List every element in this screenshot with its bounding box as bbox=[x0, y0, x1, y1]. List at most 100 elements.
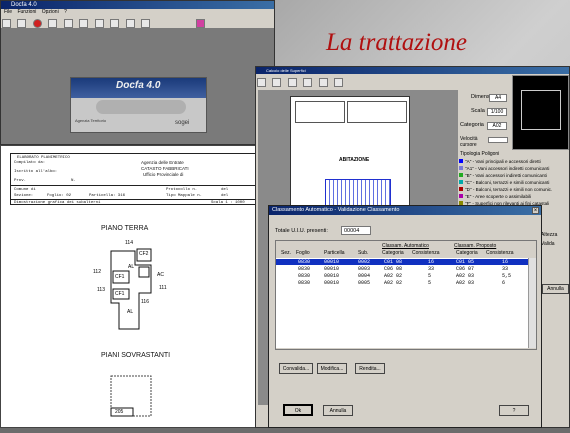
row3-cat-prop: A02 03 bbox=[456, 273, 475, 279]
piano-terra-drawing bbox=[110, 248, 152, 330]
velocita-slider[interactable] bbox=[488, 137, 508, 143]
plan-del-2: del bbox=[221, 194, 229, 198]
poligono-a[interactable]: "A" - Vani principali e accessori dirett… bbox=[459, 158, 569, 165]
pan-icon[interactable] bbox=[303, 78, 313, 87]
row1-cat-prop: C01 05 bbox=[456, 259, 475, 265]
row4-cat-prop: A02 03 bbox=[456, 280, 475, 286]
row4-cat-auto: A02 02 bbox=[384, 280, 403, 286]
grid-icon[interactable] bbox=[334, 78, 344, 87]
plan-label-205: 205 bbox=[115, 409, 124, 415]
superfici-annulla-button[interactable]: Annulla bbox=[542, 284, 569, 294]
classamento-title: Classamento Automatico - Validazione Cla… bbox=[272, 207, 400, 213]
verify-icon[interactable] bbox=[318, 78, 328, 87]
row1-sub: 0002 bbox=[358, 259, 371, 265]
poligono-c[interactable]: "C" - Balconi, terrazzi e simili comunic… bbox=[459, 179, 569, 186]
poligono-e[interactable]: "E" - Aree scoperte o assimilabili bbox=[459, 193, 569, 200]
plan-particella: Particella: 316 bbox=[89, 194, 126, 198]
plan-label-al: AL bbox=[128, 264, 135, 270]
zoom-icon[interactable] bbox=[287, 78, 297, 87]
row1-cons-prop: 16 bbox=[502, 259, 509, 265]
plan-label-113: 113 bbox=[97, 287, 105, 293]
piano-terra-label: PIANO TERRA bbox=[101, 225, 149, 232]
row1-cons-auto: 16 bbox=[428, 259, 435, 265]
table-row[interactable]: 0830 00010 0004 A02 02 5 A02 03 5,5 bbox=[276, 273, 528, 279]
superfici-titlebar: Calcolo delle Superfici bbox=[256, 67, 569, 74]
plan-label-al-b: AL bbox=[127, 309, 134, 315]
ok-button[interactable]: Ok bbox=[283, 404, 313, 416]
row2-particella: 00010 bbox=[324, 266, 340, 272]
close-icon[interactable]: × bbox=[532, 207, 539, 214]
poligono-a1[interactable]: "A1" - Vani accessori indiretti comunica… bbox=[459, 165, 569, 172]
poligono-d-swatch bbox=[459, 187, 463, 191]
modifica-button[interactable]: Modifica... bbox=[317, 363, 347, 374]
plan-sezione: Sezione: bbox=[14, 194, 34, 198]
list-icon[interactable] bbox=[110, 19, 120, 28]
totale-value: 00004 bbox=[341, 226, 371, 235]
plan-tipo-mappale: Tipo Mappale n. bbox=[166, 194, 203, 198]
table-scrollbar[interactable] bbox=[528, 258, 536, 348]
open-file-icon[interactable] bbox=[272, 78, 282, 87]
superfici-title: Calcolo delle Superfici bbox=[266, 68, 306, 73]
poligono-d[interactable]: "D" - Balconi, terrazzi e simili non com… bbox=[459, 186, 569, 193]
menu-opzioni[interactable]: Opzioni bbox=[42, 9, 59, 15]
stop-icon[interactable] bbox=[32, 19, 42, 28]
docfa-logo: Docfa 4.0 bbox=[116, 80, 161, 91]
docfa-toolbar bbox=[1, 16, 274, 28]
poligono-a1-swatch bbox=[459, 166, 463, 170]
plan-del-1: del bbox=[221, 188, 229, 192]
categoria-field[interactable]: A02 bbox=[487, 122, 507, 130]
sheet-abitazione: ABITAZIONE bbox=[339, 157, 370, 163]
poligono-b[interactable]: "B" - Vani accessori indiretti comunican… bbox=[459, 172, 569, 179]
edit-icon[interactable] bbox=[79, 19, 89, 28]
menu-help[interactable]: ? bbox=[64, 9, 67, 15]
plan-foglio: Foglio: 02 bbox=[47, 194, 72, 198]
velocita-label: Velocità cursore bbox=[460, 136, 478, 148]
group-auto-header: Classam. Automatico bbox=[382, 243, 429, 249]
annulla-button[interactable]: Annulla bbox=[323, 405, 353, 416]
valida-label[interactable]: Valida bbox=[541, 241, 569, 247]
help-button[interactable]: ? bbox=[499, 405, 529, 416]
print-icon[interactable] bbox=[63, 19, 73, 28]
row2-cat-prop: C06 07 bbox=[456, 266, 475, 272]
plan-office-3: Ufficio Provinciale di bbox=[143, 172, 184, 177]
row2-cons-prop: 33 bbox=[502, 266, 509, 272]
col-categoria-prop: Categoria bbox=[456, 250, 478, 256]
altezza-label: Altezza bbox=[541, 232, 558, 238]
check-icon[interactable] bbox=[94, 19, 104, 28]
plan-label-ac: AC bbox=[157, 272, 164, 278]
preview-plan bbox=[521, 90, 561, 130]
convalida-button[interactable]: Convalida... bbox=[279, 363, 313, 374]
col-particella: Particella bbox=[324, 250, 345, 256]
refresh-icon[interactable] bbox=[257, 78, 266, 87]
row2-cons-auto: 33 bbox=[428, 266, 435, 272]
menu-funzioni[interactable]: Funzioni bbox=[17, 9, 36, 15]
row2-cat-auto: C06 08 bbox=[384, 266, 403, 272]
exit-icon[interactable] bbox=[195, 19, 205, 28]
tools-icon[interactable] bbox=[125, 19, 135, 28]
plan-label-116: 116 bbox=[141, 299, 149, 305]
new-icon[interactable] bbox=[2, 19, 11, 28]
docfa-window: Docfa 4.0 File Funzioni Opzioni ? Docfa … bbox=[0, 0, 275, 145]
menu-file[interactable]: File bbox=[4, 9, 12, 15]
map-icon[interactable] bbox=[141, 19, 151, 28]
piani-sovrastanti-drawing bbox=[110, 375, 152, 417]
preview-window bbox=[512, 75, 569, 150]
table-row[interactable]: 0830 00010 0005 A02 02 5 A02 03 6 bbox=[276, 280, 528, 286]
plan-protocollo: Protocollo n. bbox=[166, 188, 198, 192]
open-icon[interactable] bbox=[17, 19, 27, 28]
row3-cat-auto: A02 02 bbox=[384, 273, 403, 279]
rendita-button[interactable]: Rendita... bbox=[355, 363, 385, 374]
sheet-header-right bbox=[347, 101, 407, 123]
plan-document: ELABORATO PLANIMETRICO Compilato da: Isc… bbox=[0, 145, 274, 428]
col-sez: Sez. bbox=[281, 250, 292, 256]
row1-foglio: 0830 bbox=[298, 259, 311, 265]
agency-label: Agenzia Territorio bbox=[75, 118, 107, 123]
scala-field[interactable]: 1/100 bbox=[487, 108, 507, 116]
plan-prov: Prov. bbox=[14, 179, 27, 183]
table-row[interactable]: 0830 00010 0002 C01 08 16 C01 05 16 bbox=[276, 259, 528, 265]
dimensioni-field[interactable]: A4 bbox=[489, 94, 507, 102]
table-row[interactable]: 0830 00010 0003 C06 08 33 C06 07 33 bbox=[276, 266, 528, 272]
row3-sub: 0004 bbox=[358, 273, 371, 279]
save-icon[interactable] bbox=[48, 19, 58, 28]
tipologia-label: Tipologia Poligoni bbox=[460, 151, 500, 157]
